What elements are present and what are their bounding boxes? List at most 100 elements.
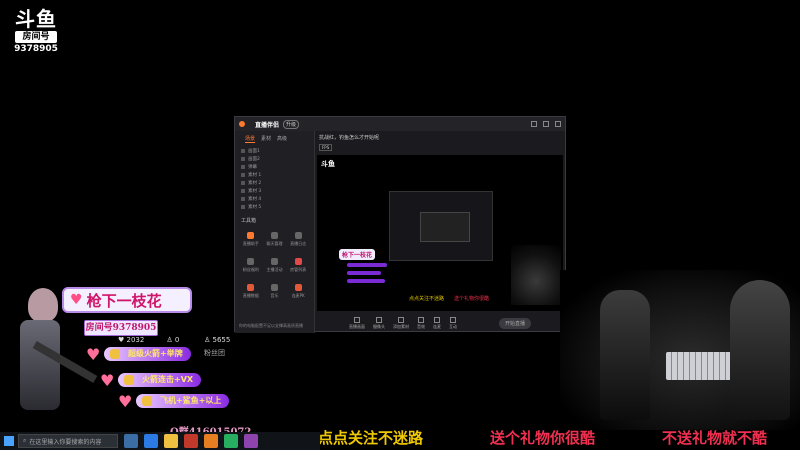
- folder-icon[interactable]: [164, 434, 178, 448]
- tool-item[interactable]: 直播日志: [288, 228, 308, 250]
- figure-artwork: [730, 280, 790, 420]
- stats-row: ♥ 2032 ♙ 0: [118, 336, 179, 344]
- preview-gift-bar: [347, 271, 381, 275]
- gift-row: ♥ 超级火箭+举牌: [86, 345, 191, 364]
- hot-stat: ♥ 2032: [118, 336, 145, 344]
- nested-inner-window: [420, 212, 470, 242]
- interact-icon: [450, 316, 456, 323]
- tool-icon: [247, 257, 255, 265]
- list-item[interactable]: 素材 5: [241, 203, 308, 211]
- gift-label: 超级火箭+举牌: [104, 347, 191, 361]
- toolbar-button[interactable]: 互动: [449, 316, 457, 330]
- heart-icon: ♥: [70, 292, 83, 308]
- tool-icon: [270, 231, 278, 239]
- app-icon[interactable]: [204, 434, 218, 448]
- viewer-stat: ♙ 5655: [204, 336, 231, 344]
- tool-icon: [294, 231, 302, 239]
- list-item[interactable]: 素材 3: [241, 187, 308, 195]
- app-toolbar: 直播画面 摄像头 添加素材 音效 连麦 互动 开始直播: [315, 313, 565, 333]
- ticker-follow: 点点关注不迷路: [318, 429, 424, 447]
- upgrade-badge[interactable]: 升级: [283, 119, 300, 129]
- toolbar-button[interactable]: 直播画面: [349, 316, 365, 330]
- figure-artwork: [600, 290, 650, 420]
- eye-icon[interactable]: [241, 197, 245, 201]
- app-icon[interactable]: [244, 434, 258, 448]
- heart-icon: ♥: [100, 370, 115, 390]
- tools-title: 工具箱: [241, 218, 257, 224]
- close-icon[interactable]: [555, 121, 561, 127]
- tool-item[interactable]: 连麦PK: [288, 280, 308, 302]
- toolbar-button[interactable]: 摄像头: [373, 316, 385, 330]
- tool-icon: [270, 257, 278, 265]
- screen-icon: [354, 316, 360, 323]
- list-item[interactable]: 画面2: [241, 155, 308, 163]
- search-icon: ⌕: [23, 437, 27, 444]
- task-view-icon[interactable]: [124, 434, 138, 448]
- tool-icon: [294, 283, 302, 291]
- sound-icon: [418, 316, 424, 323]
- stream-title[interactable]: 抗战红，钓鱼怎么才开始呢: [319, 134, 561, 141]
- keyboard-artwork: [666, 352, 736, 380]
- eye-icon[interactable]: [241, 189, 245, 193]
- preview-ticker: 点点关注不迷路 送个礼物你很酷: [409, 296, 490, 302]
- tool-item[interactable]: 粉丝福利: [241, 254, 261, 276]
- room-number: 9378905: [14, 44, 58, 54]
- app-name: 直播伴侣: [255, 121, 280, 129]
- toolbar-button[interactable]: 添加素材: [393, 316, 409, 330]
- room-tag: 房间号: [15, 31, 57, 43]
- preview-name-card: 枪下一枝花: [339, 249, 376, 260]
- list-item[interactable]: 弹幕: [241, 163, 308, 171]
- stream-preview[interactable]: 斗鱼 枪下一枝花 点点关注不迷路 送个礼物你很酷: [317, 155, 563, 311]
- scene-list: 画面1 画面2 弹幕 素材 1 素材 2 素材 3 素材 4 素材 5: [235, 145, 314, 213]
- girl-body: [20, 320, 60, 410]
- streamer-name: 枪下一枝花: [86, 291, 162, 310]
- streamer-name-card: ♥ 枪下一枝花: [62, 287, 192, 313]
- toolbar-button[interactable]: 连麦: [433, 316, 441, 330]
- tool-icon: [247, 231, 255, 239]
- tool-icon: [247, 283, 255, 291]
- camera-icon: [376, 316, 382, 323]
- windows-start-icon[interactable]: [0, 432, 18, 450]
- nested-window: [389, 191, 493, 261]
- list-item[interactable]: 素材 2: [241, 179, 308, 187]
- app-main: 抗战红，钓鱼怎么才开始呢 FPS 斗鱼 枪下一枝花 点点关注不迷路 送个礼物你很酷…: [315, 131, 565, 333]
- fans-stat: ♙ 0: [166, 336, 180, 344]
- eye-icon[interactable]: [241, 165, 245, 169]
- room-number-card: 房间号9378905: [84, 320, 158, 336]
- eye-icon[interactable]: [241, 157, 245, 161]
- fan-club-label: 粉丝团: [204, 349, 225, 357]
- taskbar-search-input[interactable]: ⌕ 在这里输入你要搜索的内容: [18, 434, 118, 448]
- streaming-app-window: 直播伴侣 升级 场景 素材 高级 画面1 画面2 弹幕 素材 1 素材 2 素材…: [234, 116, 566, 333]
- list-item[interactable]: 素材 4: [241, 195, 308, 203]
- tool-item[interactable]: 主播活动: [265, 254, 285, 276]
- tool-item[interactable]: 聊天管理: [265, 228, 285, 250]
- tools-grid: 直播助手 聊天管理 直播日志 粉丝福利 主播活动 房管列表 直播数据 音乐 连麦…: [235, 226, 314, 304]
- edge-icon[interactable]: [144, 434, 158, 448]
- list-item[interactable]: 画面1: [241, 147, 308, 155]
- app-icon[interactable]: [224, 434, 238, 448]
- eye-icon[interactable]: [241, 205, 245, 209]
- tool-item[interactable]: 直播数据: [241, 280, 261, 302]
- eye-icon[interactable]: [241, 149, 245, 153]
- category-tag[interactable]: FPS: [319, 144, 333, 151]
- tab-material[interactable]: 素材: [261, 135, 271, 143]
- list-item[interactable]: 素材 1: [241, 171, 308, 179]
- app-sidebar: 场景 素材 高级 画面1 画面2 弹幕 素材 1 素材 2 素材 3 素材 4 …: [235, 131, 315, 333]
- tab-advanced[interactable]: 高级: [277, 135, 287, 143]
- tool-item[interactable]: 直播助手: [241, 228, 261, 250]
- start-live-button[interactable]: 开始直播: [498, 317, 531, 329]
- app-icon[interactable]: [184, 434, 198, 448]
- right-artwork: [560, 270, 800, 430]
- eye-icon[interactable]: [241, 173, 245, 177]
- maximize-icon[interactable]: [543, 121, 549, 127]
- minimize-icon[interactable]: [531, 121, 537, 127]
- tool-item[interactable]: 音乐: [265, 280, 285, 302]
- tool-item[interactable]: 房管列表: [288, 254, 308, 276]
- gift-row: ♥ 火箭连击+VX: [100, 370, 202, 390]
- preview-artwork: [511, 245, 561, 305]
- toolbar-button[interactable]: 音效: [417, 316, 425, 330]
- app-footer-notice: 你的电脑配置不足以支撑高画质直播: [239, 323, 303, 328]
- tab-scene[interactable]: 场景: [245, 135, 256, 143]
- tool-icon: [270, 283, 278, 291]
- eye-icon[interactable]: [241, 181, 245, 185]
